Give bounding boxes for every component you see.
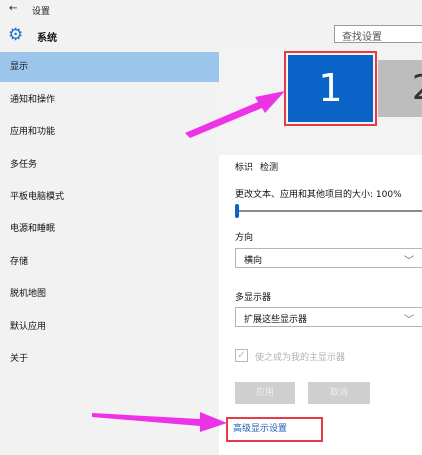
- sidebar-item-apps[interactable]: 应用和功能: [0, 117, 219, 147]
- sidebar-item-power[interactable]: 电源和睡眠: [0, 214, 219, 244]
- advanced-display-settings-link[interactable]: 高级显示设置: [226, 417, 323, 442]
- chevron-down-icon: ﹀: [404, 256, 414, 267]
- monitor-2[interactable]: 2: [378, 60, 422, 117]
- sidebar-item-display[interactable]: 显示: [0, 52, 219, 82]
- main-panel: 1 2 标识 检测 更改文本、应用和其他项目的大小: 100% 方向 横向 ﹀ …: [219, 50, 422, 455]
- sidebar-item-tablet-mode[interactable]: 平板电脑模式: [0, 182, 219, 212]
- apply-button[interactable]: 应用: [235, 382, 295, 404]
- sidebar-item-multitasking[interactable]: 多任务: [0, 150, 219, 180]
- back-arrow-icon[interactable]: ←: [9, 3, 17, 14]
- display-arrangement: 1 2: [219, 50, 422, 155]
- orientation-dropdown[interactable]: 横向 ﹀: [235, 248, 422, 268]
- search-input[interactable]: 查找设置: [334, 25, 422, 43]
- scale-label: 更改文本、应用和其他项目的大小: 100%: [235, 190, 402, 200]
- multi-display-dropdown[interactable]: 扩展这些显示器 ﹀: [235, 307, 422, 327]
- identify-link[interactable]: 标识: [235, 160, 253, 173]
- chevron-down-icon: ﹀: [404, 315, 414, 326]
- main-display-checkbox-label: 使之成为我的主显示器: [255, 353, 346, 363]
- orientation-label: 方向: [235, 233, 254, 243]
- scale-slider-thumb[interactable]: [235, 204, 239, 218]
- sidebar-item-about[interactable]: 关于: [0, 344, 219, 374]
- title-bar: ← 设置: [0, 0, 422, 20]
- gear-icon: ⚙: [8, 25, 24, 45]
- multi-display-value: 扩展这些显示器: [244, 315, 308, 325]
- page-title: 系统: [37, 33, 57, 44]
- monitor-1[interactable]: 1: [284, 51, 377, 126]
- window-title: 设置: [32, 7, 51, 17]
- detect-link[interactable]: 检测: [260, 160, 278, 173]
- multi-display-label: 多显示器: [235, 293, 272, 303]
- sidebar-item-offline-maps[interactable]: 脱机地图: [0, 279, 219, 309]
- sidebar: 显示 通知和操作 应用和功能 多任务 平板电脑模式 电源和睡眠 存储 脱机地图 …: [0, 50, 219, 455]
- scale-slider-track[interactable]: [236, 210, 422, 212]
- header: ⚙ 系统 查找设置: [0, 20, 422, 50]
- sidebar-item-notifications[interactable]: 通知和操作: [0, 85, 219, 115]
- cancel-button[interactable]: 取消: [308, 382, 370, 404]
- sidebar-item-storage[interactable]: 存储: [0, 247, 219, 277]
- sidebar-item-default-apps[interactable]: 默认应用: [0, 312, 219, 342]
- orientation-value: 横向: [244, 256, 263, 266]
- main-display-checkbox[interactable]: ✓: [235, 349, 248, 362]
